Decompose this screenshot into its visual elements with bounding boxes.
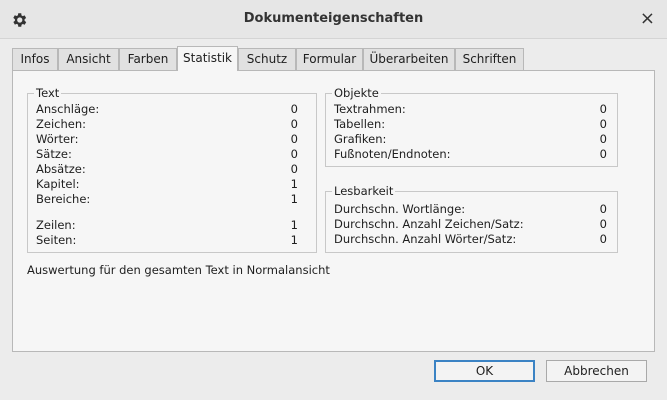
stat-label: Anschläge: — [36, 102, 100, 116]
tab-schutz[interactable]: Schutz — [238, 48, 296, 70]
stat-label: Zeichen: — [36, 117, 86, 131]
stat-value: 0 — [290, 117, 298, 131]
stat-label: Sätze: — [36, 147, 72, 161]
tab-ueberarbeiten[interactable]: Überarbeiten — [363, 48, 455, 70]
stat-value: 1 — [290, 192, 298, 206]
stat-value: 0 — [290, 147, 298, 161]
tab-schriften[interactable]: Schriften — [455, 48, 524, 70]
stat-label: Durchschn. Anzahl Wörter/Satz: — [334, 232, 517, 246]
tab-infos[interactable]: Infos — [12, 48, 58, 70]
stat-value: 0 — [290, 102, 298, 116]
statistics-note: Auswertung für den gesamten Text in Norm… — [27, 263, 330, 277]
stat-value: 0 — [599, 117, 607, 131]
stat-value: 0 — [599, 102, 607, 116]
statistik-panel: Text Anschläge: 0 Zeichen: 0 Wörter: 0 S… — [12, 70, 655, 352]
stat-value: 1 — [290, 177, 298, 191]
ok-button[interactable]: OK — [434, 360, 535, 382]
stat-label: Kapitel: — [36, 177, 80, 191]
objects-group-title: Objekte — [332, 86, 381, 101]
readability-group: Lesbarkeit Durchschn. Wortlänge: 0 Durch… — [325, 184, 618, 253]
stat-value: 0 — [599, 202, 607, 216]
stat-label: Tabellen: — [334, 117, 386, 131]
stat-value: 0 — [290, 132, 298, 146]
tab-ansicht[interactable]: Ansicht — [58, 48, 119, 70]
window-title: Dokumenteigenschaften — [243, 11, 424, 26]
stat-value: 1 — [290, 218, 298, 232]
stat-label: Grafiken: — [334, 132, 387, 146]
stat-label: Bereiche: — [36, 192, 91, 206]
stat-label: Durchschn. Wortlänge: — [334, 202, 466, 216]
stat-value: 0 — [599, 132, 607, 146]
stat-label: Zeilen: — [36, 218, 76, 232]
text-group: Text Anschläge: 0 Zeichen: 0 Wörter: 0 S… — [27, 86, 317, 253]
tab-statistik[interactable]: Statistik — [177, 46, 238, 71]
stat-label: Absätze: — [36, 162, 86, 176]
stat-label: Seiten: — [36, 233, 77, 247]
stat-label: Textrahmen: — [334, 102, 406, 116]
stat-value: 0 — [599, 232, 607, 246]
stat-value: 0 — [599, 217, 607, 231]
stat-label: Fußnoten/Endnoten: — [334, 147, 451, 161]
title-bar: Dokumenteigenschaften × — [0, 0, 667, 39]
readability-group-title: Lesbarkeit — [332, 184, 396, 199]
cancel-button[interactable]: Abbrechen — [546, 360, 647, 382]
stat-value: 0 — [599, 147, 607, 161]
tab-farben[interactable]: Farben — [119, 48, 177, 70]
stat-value: 0 — [290, 162, 298, 176]
tab-formular[interactable]: Formular — [296, 48, 363, 70]
stat-label: Wörter: — [36, 132, 79, 146]
text-group-title: Text — [34, 86, 62, 101]
stat-label: Durchschn. Anzahl Zeichen/Satz: — [334, 217, 524, 231]
stat-value: 1 — [290, 233, 298, 247]
objects-group: Objekte Textrahmen: 0 Tabellen: 0 Grafik… — [325, 86, 618, 167]
close-icon[interactable]: × — [640, 9, 655, 29]
